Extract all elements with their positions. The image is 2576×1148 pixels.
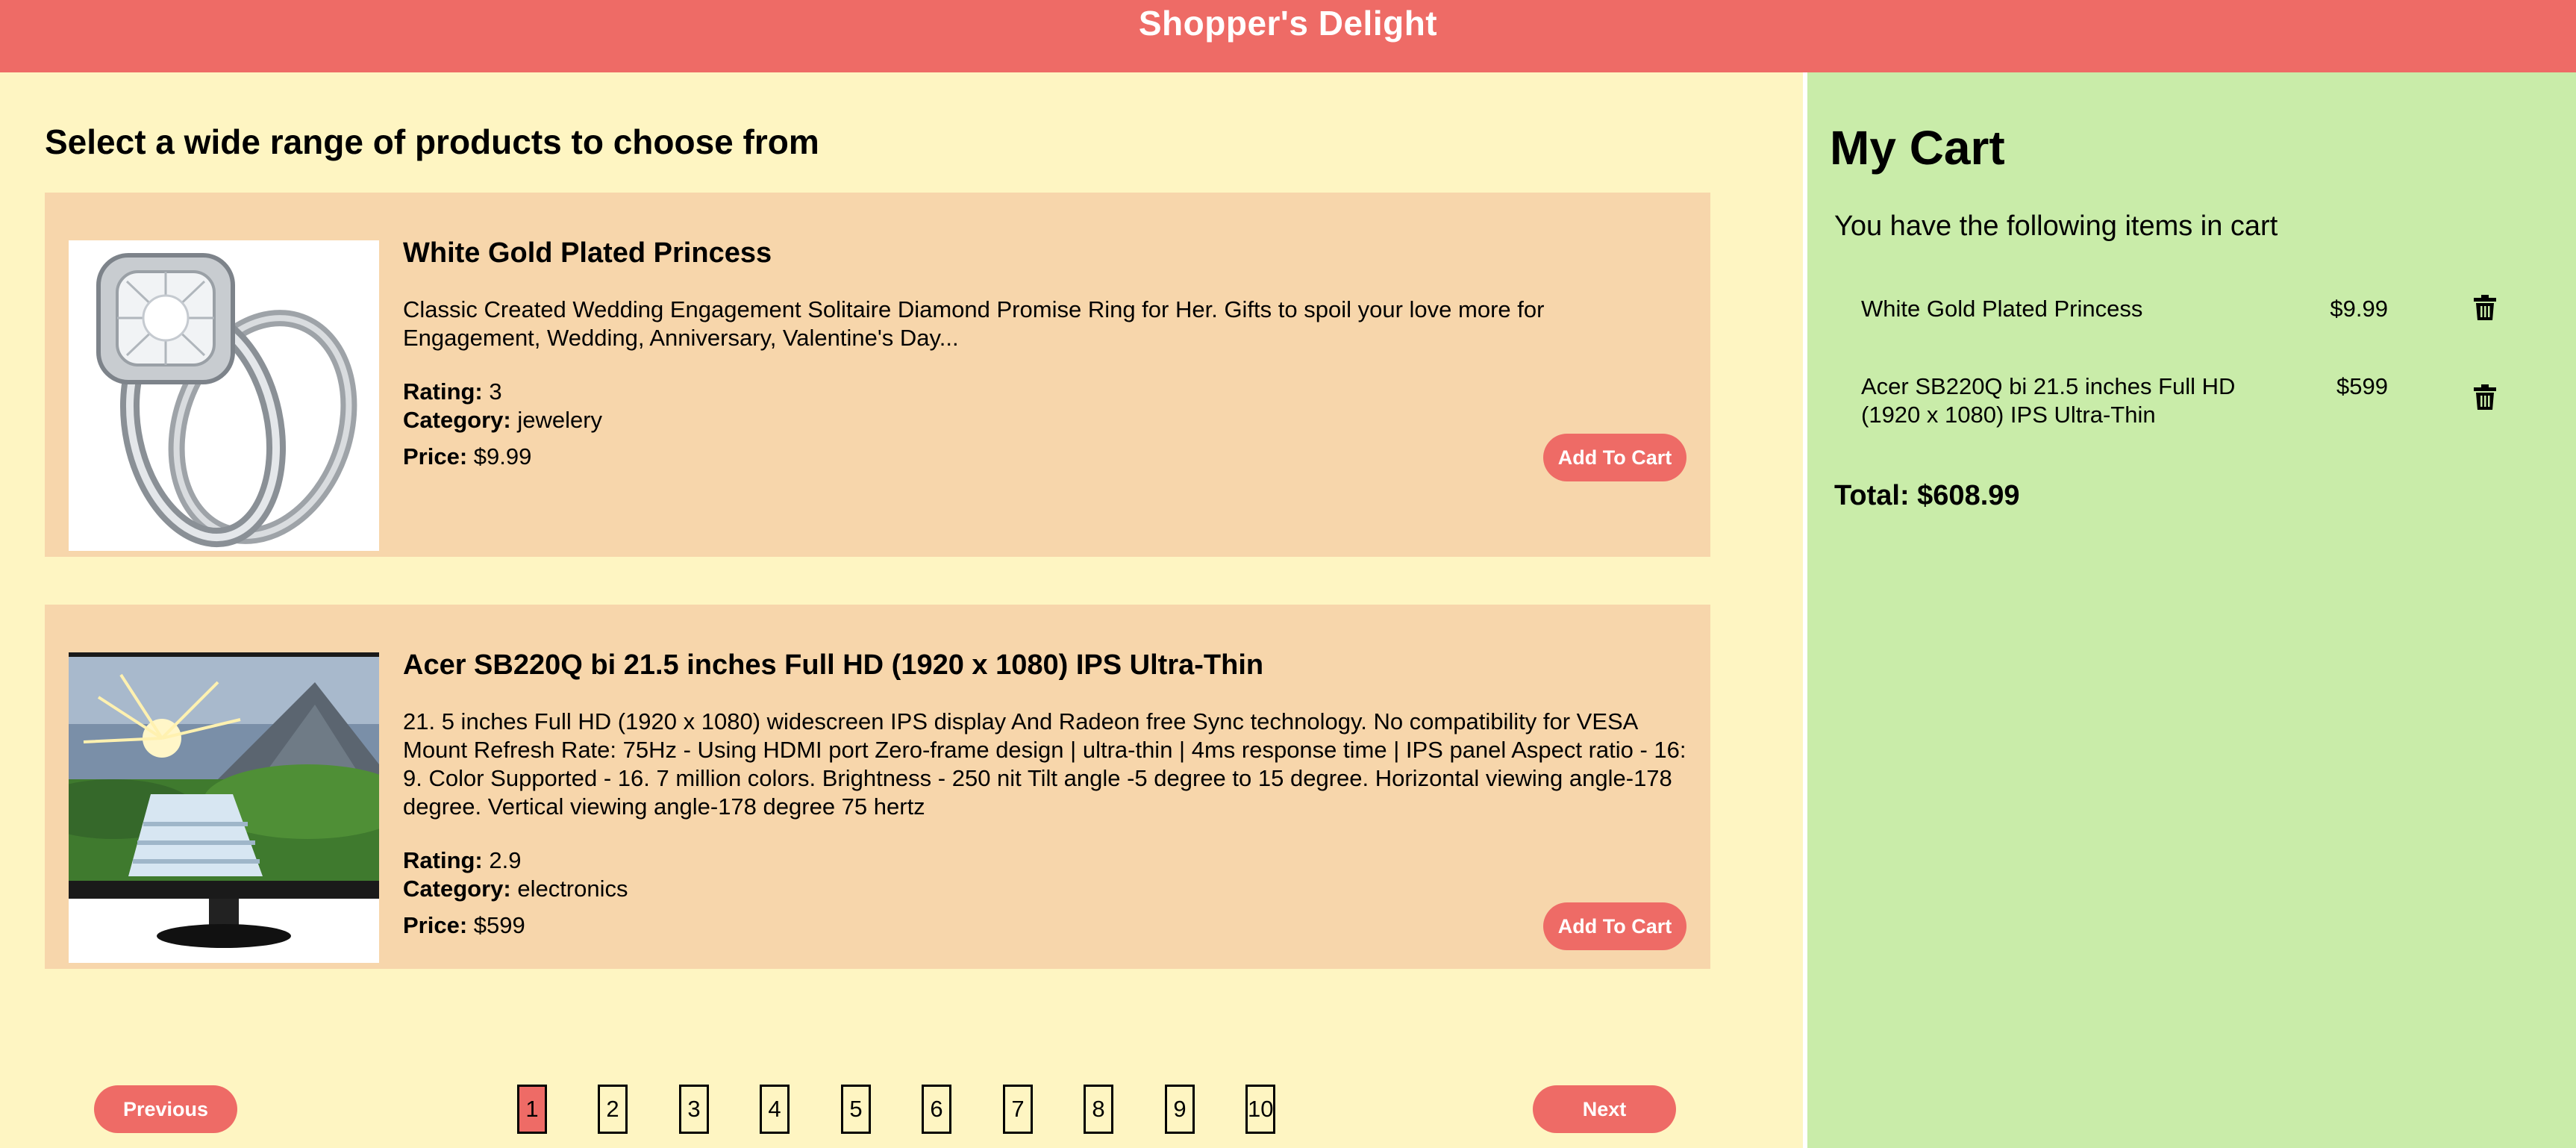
page-number-button[interactable]: 1: [517, 1085, 547, 1134]
trash-icon[interactable]: [2474, 295, 2496, 320]
page-number-button[interactable]: 4: [760, 1085, 790, 1134]
product-card: White Gold Plated Princess Classic Creat…: [45, 193, 1710, 557]
cart-item-name: Acer SB220Q bi 21.5 inches Full HD (1920…: [1861, 373, 2236, 428]
cart-item-name: White Gold Plated Princess: [1861, 296, 2143, 322]
next-button[interactable]: Next: [1533, 1085, 1676, 1133]
trash-icon[interactable]: [2474, 384, 2496, 410]
product-price: Price: $9.99: [403, 443, 532, 470]
page-number-button[interactable]: 10: [1245, 1085, 1275, 1134]
product-category: Category: electronics: [403, 876, 628, 902]
page-number-button[interactable]: 7: [1003, 1085, 1033, 1134]
monitor-image: [69, 652, 379, 963]
cart-total: Total: $608.99: [1834, 480, 2020, 511]
page-number-button[interactable]: 5: [841, 1085, 871, 1134]
product-description: Classic Created Wedding Engagement Solit…: [403, 296, 1545, 351]
product-rating: Rating: 2.9: [403, 847, 522, 873]
previous-button[interactable]: Previous: [94, 1085, 237, 1133]
cart-title: My Cart: [1830, 121, 2005, 175]
cart-item-price: $599: [2336, 373, 2388, 399]
product-price: Price: $599: [403, 912, 525, 938]
app-header: Shopper's Delight: [0, 0, 2576, 72]
product-description: 21. 5 inches Full HD (1920 x 1080) wides…: [403, 708, 1686, 820]
cart-panel: My Cart You have the following items in …: [1807, 72, 2576, 1148]
cart-subtitle: You have the following items in cart: [1834, 210, 2278, 242]
product-title: Acer SB220Q bi 21.5 inches Full HD (1920…: [403, 649, 1264, 681]
product-title: White Gold Plated Princess: [403, 237, 772, 269]
add-to-cart-button[interactable]: Add To Cart: [1543, 434, 1686, 481]
product-card: Acer SB220Q bi 21.5 inches Full HD (1920…: [45, 605, 1710, 969]
cart-item-price: $9.99: [2330, 296, 2388, 322]
catalog-heading: Select a wide range of products to choos…: [45, 122, 819, 161]
product-rating: Rating: 3: [403, 378, 502, 405]
page-number-button[interactable]: 3: [679, 1085, 709, 1134]
page-number-button[interactable]: 6: [922, 1085, 951, 1134]
page-number-button[interactable]: 8: [1084, 1085, 1113, 1134]
page-number-button[interactable]: 9: [1165, 1085, 1195, 1134]
ring-image: [69, 240, 379, 551]
product-catalog: Select a wide range of products to choos…: [0, 72, 1803, 1148]
app-title: Shopper's Delight: [1138, 4, 1438, 43]
page-number-button[interactable]: 2: [598, 1085, 628, 1134]
add-to-cart-button[interactable]: Add To Cart: [1543, 902, 1686, 950]
product-category: Category: jewelery: [403, 407, 603, 433]
